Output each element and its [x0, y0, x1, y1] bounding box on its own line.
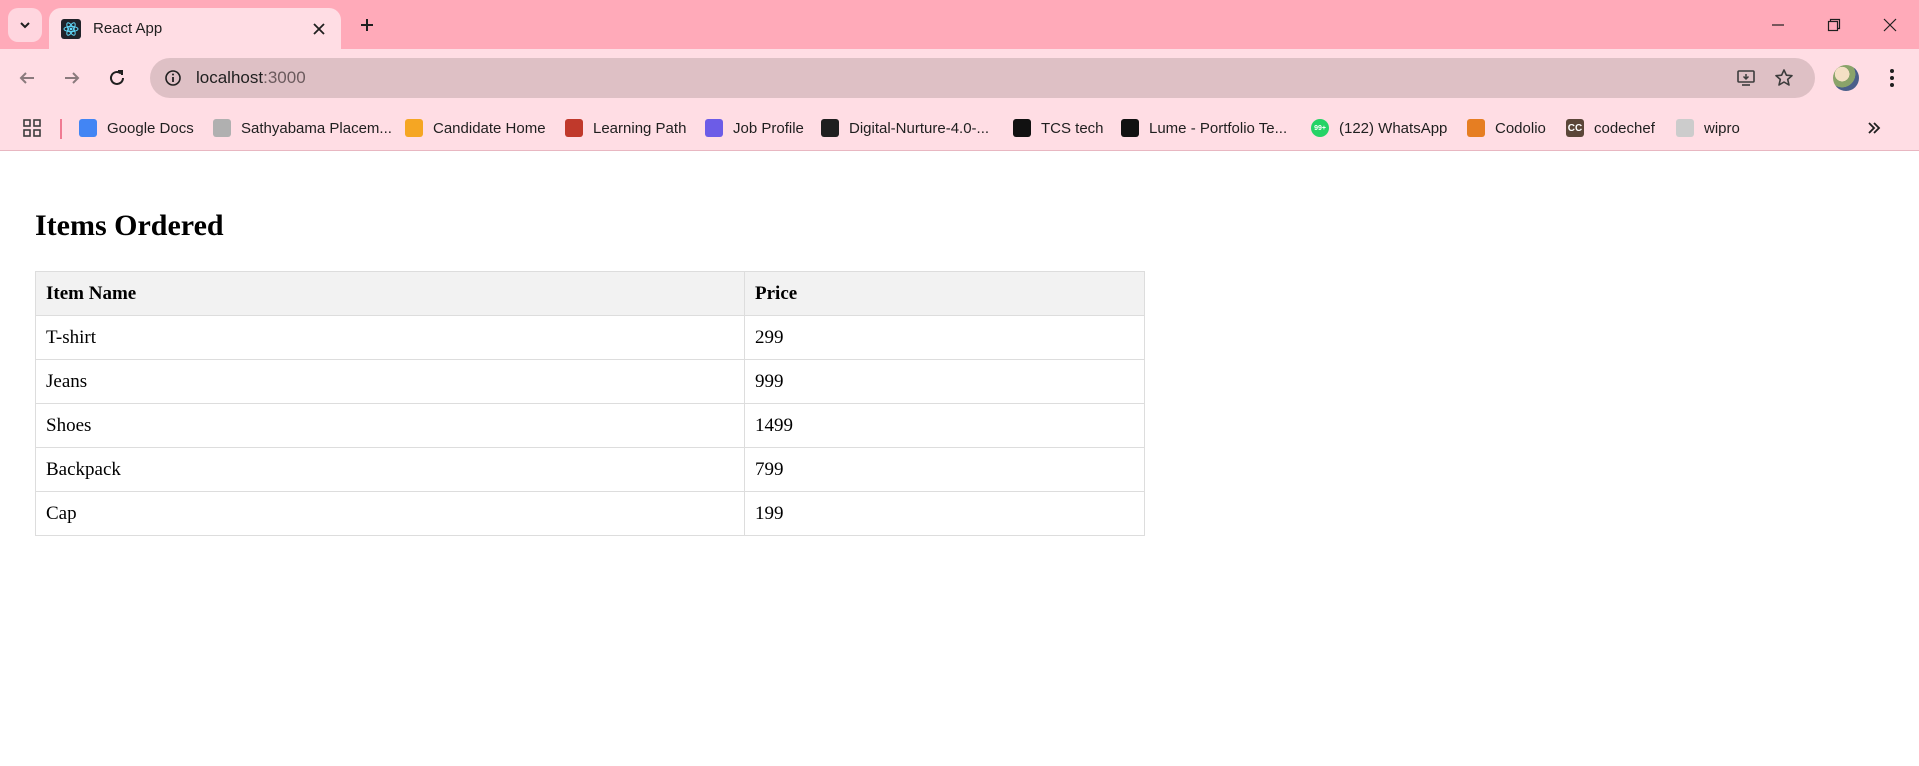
react-icon — [61, 18, 81, 39]
bookmark-item[interactable]: Sathyabama Placem... — [213, 116, 392, 140]
more-vertical-icon — [1890, 69, 1894, 87]
google-docs-icon — [79, 119, 97, 137]
sathyabama-icon — [213, 119, 231, 137]
reload-icon — [110, 70, 124, 85]
bookmark-item[interactable]: CC codechef — [1566, 116, 1655, 140]
bookmark-label: Candidate Home — [433, 119, 546, 137]
page-content: Items Ordered Item Name Price T-shirt 29… — [0, 151, 1919, 766]
bookmark-item[interactable]: Job Profile — [705, 116, 804, 140]
table-row: Jeans 999 — [35, 359, 1145, 404]
price-cell: 999 — [744, 359, 1145, 404]
wipro-icon — [1676, 119, 1694, 137]
table-row: Cap 199 — [35, 491, 1145, 536]
tcs-icon — [1013, 119, 1031, 137]
table-row: T-shirt 299 — [35, 315, 1145, 360]
profile-avatar[interactable] — [1833, 65, 1859, 91]
url-port: :3000 — [263, 68, 306, 87]
codolio-icon — [1467, 119, 1485, 137]
whatsapp-icon: 99+ — [1311, 119, 1329, 137]
bookmark-label: TCS tech — [1041, 119, 1104, 137]
apps-grid-icon — [23, 119, 41, 137]
forward-button[interactable] — [54, 60, 90, 96]
page-title: Items Ordered — [35, 209, 224, 242]
close-icon — [1883, 18, 1897, 31]
price-cell: 199 — [744, 491, 1145, 536]
table-header-row: Item Name Price — [35, 271, 1145, 316]
bookmark-item[interactable]: TCS tech — [1013, 116, 1104, 140]
chevron-double-right-icon — [1868, 122, 1881, 134]
more-bookmarks-button[interactable] — [1866, 116, 1882, 140]
minimize-button[interactable] — [1750, 0, 1806, 49]
browser-toolbar: localhost:3000 — [0, 49, 1919, 107]
bookmark-item[interactable]: Codolio — [1467, 116, 1546, 140]
table-row: Shoes 1499 — [35, 403, 1145, 448]
tab-strip: React App — [0, 0, 1919, 49]
bookmark-item[interactable]: Digital-Nurture-4.0-... — [821, 116, 989, 140]
codechef-icon: CC — [1566, 119, 1584, 137]
bookmarks-divider — [60, 119, 62, 139]
framer-icon — [1121, 119, 1139, 137]
back-button[interactable] — [9, 60, 45, 96]
bookmark-star-icon[interactable] — [1770, 64, 1798, 92]
bookmark-label: wipro — [1704, 119, 1740, 137]
apps-button[interactable] — [23, 116, 41, 140]
arrow-right-icon — [65, 72, 80, 84]
column-header-price: Price — [744, 271, 1145, 316]
price-cell: 799 — [744, 447, 1145, 492]
price-cell: 299 — [744, 315, 1145, 360]
bookmark-item[interactable]: Learning Path — [565, 116, 686, 140]
bookmark-label: (122) WhatsApp — [1339, 119, 1448, 137]
site-info-icon[interactable] — [159, 64, 187, 92]
address-bar[interactable]: localhost:3000 — [150, 58, 1815, 98]
table-row: Backpack 799 — [35, 447, 1145, 492]
workday-icon — [405, 119, 423, 137]
bookmarks-bar: Google Docs Sathyabama Placem... Candidate… — [0, 107, 1919, 151]
job-profile-icon — [705, 119, 723, 137]
bookmark-label: Lume - Portfolio Te... — [1149, 119, 1288, 137]
minimize-icon — [1772, 23, 1784, 26]
bookmark-item[interactable]: 99+ (122) WhatsApp — [1311, 116, 1447, 140]
browser-tab[interactable]: React App — [49, 8, 341, 49]
arrow-left-icon — [19, 72, 34, 84]
chevron-down-icon — [20, 22, 30, 29]
url-text: localhost:3000 — [196, 68, 306, 88]
item-name-cell: Jeans — [35, 359, 745, 404]
bookmark-label: Job Profile — [733, 119, 804, 137]
restore-button[interactable] — [1806, 0, 1862, 49]
bookmark-label: Sathyabama Placem... — [241, 119, 392, 137]
bookmark-item[interactable]: Lume - Portfolio Te... — [1121, 116, 1287, 140]
bookmark-label: codechef — [1594, 119, 1655, 137]
items-table: Item Name Price T-shirt 299 Jeans 999 Sh… — [35, 271, 1145, 536]
tab-close-button[interactable] — [305, 15, 333, 43]
url-host: localhost — [196, 68, 264, 87]
bookmark-item[interactable]: wipro — [1676, 116, 1740, 140]
bookmark-item[interactable]: Candidate Home — [405, 116, 546, 140]
column-header-item-name: Item Name — [35, 271, 745, 316]
bookmark-label: Digital-Nurture-4.0-... — [849, 119, 990, 137]
tab-search-button[interactable] — [8, 8, 42, 42]
item-name-cell: Backpack — [35, 447, 745, 492]
restore-icon — [1827, 18, 1841, 31]
reload-button[interactable] — [99, 60, 135, 96]
github-icon — [821, 119, 839, 137]
learning-path-icon — [565, 119, 583, 137]
item-name-cell: Shoes — [35, 403, 745, 448]
close-icon — [313, 22, 325, 35]
bookmark-label: Learning Path — [593, 119, 687, 137]
tab-title: React App — [93, 20, 163, 37]
close-window-button[interactable] — [1862, 0, 1918, 49]
bookmark-label: Codolio — [1495, 119, 1546, 137]
install-app-icon[interactable] — [1732, 64, 1760, 92]
item-name-cell: T-shirt — [35, 315, 745, 360]
item-name-cell: Cap — [35, 491, 745, 536]
new-tab-button[interactable] — [351, 9, 383, 41]
browser-menu-button[interactable] — [1878, 64, 1906, 92]
bookmark-item[interactable]: Google Docs — [79, 116, 194, 140]
bookmark-label: Google Docs — [107, 119, 194, 137]
plus-icon — [361, 19, 373, 31]
price-cell: 1499 — [744, 403, 1145, 448]
